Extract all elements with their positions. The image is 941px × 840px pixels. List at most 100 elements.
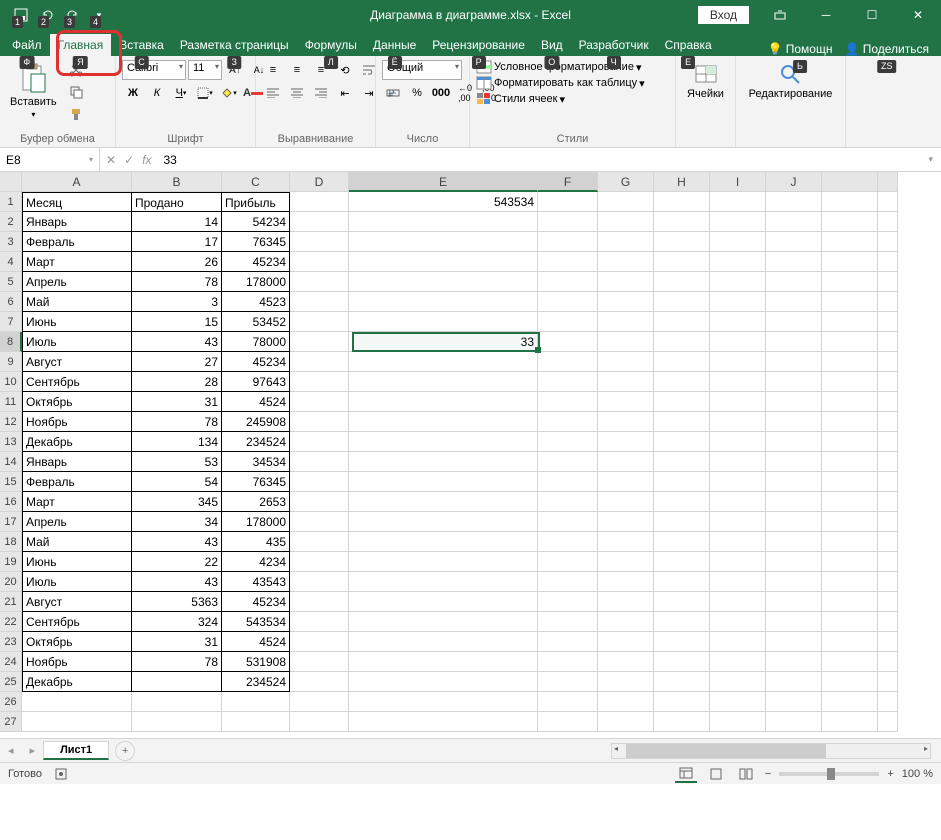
cell[interactable]: Декабрь — [22, 432, 132, 452]
cell[interactable] — [538, 372, 598, 392]
cell[interactable] — [710, 512, 766, 532]
cell[interactable] — [598, 492, 654, 512]
cell[interactable] — [598, 332, 654, 352]
align-top-button[interactable]: ≡ — [262, 60, 284, 80]
cell[interactable]: 178000 — [222, 512, 290, 532]
row-header[interactable]: 9 — [0, 352, 22, 372]
cell[interactable] — [710, 592, 766, 612]
cell[interactable] — [654, 652, 710, 672]
cell[interactable] — [222, 692, 290, 712]
cell[interactable] — [878, 512, 898, 532]
cell[interactable] — [878, 652, 898, 672]
enter-icon[interactable]: ✓ — [124, 153, 134, 167]
row-header[interactable]: 25 — [0, 672, 22, 692]
row-header[interactable]: 24 — [0, 652, 22, 672]
cell[interactable]: Февраль — [22, 472, 132, 492]
cell[interactable]: 531908 — [222, 652, 290, 672]
cell[interactable] — [290, 492, 349, 512]
share-button[interactable]: 👤 ПоделитьсяZS — [844, 42, 929, 56]
cell[interactable] — [290, 192, 349, 212]
cell[interactable]: 234524 — [222, 672, 290, 692]
font-name-combo[interactable]: Calibri — [122, 60, 186, 80]
cell[interactable] — [598, 232, 654, 252]
cell[interactable] — [538, 472, 598, 492]
cell[interactable] — [598, 192, 654, 212]
cell[interactable] — [598, 392, 654, 412]
cell[interactable] — [654, 272, 710, 292]
cell[interactable] — [290, 692, 349, 712]
cell[interactable]: 345 — [132, 492, 222, 512]
cell[interactable]: Февраль — [22, 232, 132, 252]
cell[interactable] — [766, 412, 822, 432]
cell[interactable] — [766, 252, 822, 272]
cell[interactable] — [538, 352, 598, 372]
cell[interactable] — [538, 272, 598, 292]
row-header[interactable]: 13 — [0, 432, 22, 452]
cell[interactable] — [290, 632, 349, 652]
cell[interactable] — [766, 512, 822, 532]
cell[interactable] — [878, 452, 898, 472]
cell[interactable] — [598, 512, 654, 532]
editing-button[interactable]: Редактирование — [745, 60, 837, 102]
cell[interactable] — [538, 712, 598, 732]
cell[interactable] — [538, 632, 598, 652]
cell[interactable] — [290, 532, 349, 552]
cell[interactable] — [878, 352, 898, 372]
cell[interactable] — [598, 212, 654, 232]
cell[interactable] — [538, 512, 598, 532]
cell[interactable] — [822, 612, 878, 632]
column-header[interactable]: B — [132, 172, 222, 192]
cell[interactable] — [538, 592, 598, 612]
cell[interactable]: Сентябрь — [22, 612, 132, 632]
cell[interactable] — [538, 452, 598, 472]
cell[interactable] — [290, 472, 349, 492]
row-header[interactable]: 16 — [0, 492, 22, 512]
cell[interactable] — [349, 532, 538, 552]
column-header[interactable]: C — [222, 172, 290, 192]
cell[interactable] — [766, 492, 822, 512]
cell[interactable] — [349, 232, 538, 252]
currency-button[interactable]: ₽ — [382, 83, 404, 103]
cell[interactable]: 78 — [132, 652, 222, 672]
cell[interactable] — [290, 372, 349, 392]
cell[interactable] — [654, 572, 710, 592]
cell[interactable] — [766, 432, 822, 452]
cell[interactable] — [598, 552, 654, 572]
cell[interactable] — [766, 272, 822, 292]
cell[interactable] — [538, 252, 598, 272]
cell[interactable]: 178000 — [222, 272, 290, 292]
row-header[interactable]: 19 — [0, 552, 22, 572]
cell[interactable] — [878, 472, 898, 492]
row-header[interactable]: 12 — [0, 412, 22, 432]
cell[interactable]: 43 — [132, 532, 222, 552]
cell[interactable] — [878, 232, 898, 252]
row-header[interactable]: 11 — [0, 392, 22, 412]
cell[interactable]: Июль — [22, 572, 132, 592]
fx-icon[interactable]: fx — [142, 153, 151, 167]
bold-button[interactable]: Ж — [122, 83, 144, 103]
cell[interactable] — [598, 712, 654, 732]
cell[interactable]: Ноябрь — [22, 412, 132, 432]
cell[interactable] — [822, 492, 878, 512]
cell[interactable] — [654, 492, 710, 512]
sheet-nav-next[interactable]: ▸ — [22, 744, 44, 757]
cell[interactable] — [710, 712, 766, 732]
cell[interactable] — [22, 712, 132, 732]
percent-button[interactable]: % — [406, 83, 428, 103]
cell[interactable]: 53452 — [222, 312, 290, 332]
column-header[interactable]: E — [349, 172, 538, 192]
cell[interactable] — [710, 572, 766, 592]
cell[interactable] — [349, 692, 538, 712]
cell[interactable] — [290, 652, 349, 672]
horizontal-scrollbar[interactable]: ◂ ▸ — [611, 743, 931, 759]
cell[interactable] — [822, 552, 878, 572]
zoom-level[interactable]: 100 % — [902, 768, 933, 780]
cell[interactable] — [878, 412, 898, 432]
cell[interactable] — [878, 632, 898, 652]
cell[interactable] — [710, 672, 766, 692]
select-all-corner[interactable] — [0, 172, 22, 192]
cell[interactable] — [766, 472, 822, 492]
cell[interactable] — [598, 292, 654, 312]
align-left-button[interactable] — [262, 83, 284, 103]
cell[interactable] — [349, 712, 538, 732]
